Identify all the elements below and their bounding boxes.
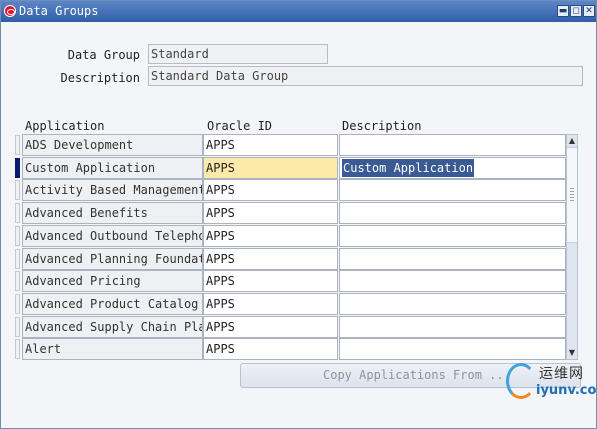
minimize-button[interactable]: ▬ (557, 5, 569, 17)
table-scrollbar[interactable]: ▲ ▼ (566, 134, 578, 360)
description-cell[interactable] (339, 270, 566, 292)
oracle-id-cell[interactable]: APPS (203, 248, 338, 270)
application-cell[interactable]: Activity Based Management (22, 179, 203, 201)
table-row[interactable]: Activity Based Management APPS (15, 179, 567, 201)
grip-icon (570, 188, 574, 202)
application-cell[interactable]: Advanced Planning Foundati (22, 248, 203, 270)
table-row[interactable]: Advanced Outbound Telephon APPS (15, 225, 567, 247)
oracle-id-cell[interactable]: APPS (203, 202, 338, 224)
oracle-id-cell[interactable]: APPS (203, 270, 338, 292)
table-row[interactable]: Advanced Product Catalog APPS (15, 293, 567, 315)
data-group-field[interactable]: Standard (148, 44, 328, 64)
description-field[interactable]: Standard Data Group (148, 66, 583, 86)
oracle-id-cell[interactable]: APPS (203, 225, 338, 247)
application-cell[interactable]: ADS Development (22, 134, 203, 156)
application-cell[interactable]: Advanced Pricing (22, 270, 203, 292)
watermark-logo: 运维网 iyunv.com (506, 357, 597, 409)
selected-text[interactable]: Custom Application (342, 159, 475, 177)
watermark-cn: 运维网 (539, 366, 584, 382)
table-row[interactable]: Alert APPS (15, 338, 567, 360)
description-cell[interactable] (339, 134, 566, 156)
description-cell[interactable] (339, 316, 566, 338)
row-selector[interactable] (15, 226, 20, 246)
oracle-id-cell[interactable]: APPS (203, 338, 338, 360)
row-selector[interactable] (15, 339, 20, 359)
column-header-oracle-id: Oracle ID (207, 119, 273, 133)
data-group-label: Data Group (67, 48, 140, 62)
swoosh-icon (506, 363, 536, 399)
row-selector[interactable] (15, 203, 20, 223)
data-groups-window: Data Groups ▬ ◻ ✕ Data Group Standard De… (0, 0, 597, 429)
row-selector[interactable] (15, 135, 20, 155)
application-cell[interactable]: Custom Application (22, 157, 203, 179)
table-row[interactable]: Advanced Pricing APPS (15, 270, 567, 292)
row-selector[interactable] (15, 249, 20, 269)
description-cell[interactable] (339, 202, 566, 224)
application-cell[interactable]: Alert (22, 338, 203, 360)
oracle-icon (4, 5, 16, 17)
table-row[interactable]: Advanced Benefits APPS (15, 202, 567, 224)
row-selector[interactable] (15, 317, 20, 337)
description-cell[interactable] (339, 293, 566, 315)
column-header-description: Description (342, 119, 422, 133)
row-selector[interactable] (15, 180, 20, 200)
scroll-up-arrow-icon[interactable]: ▲ (567, 135, 577, 147)
oracle-id-cell[interactable]: APPS (203, 293, 338, 315)
maximize-button[interactable]: ◻ (570, 5, 582, 17)
table-row[interactable]: ADS Development APPS (15, 134, 567, 156)
oracle-id-cell[interactable]: APPS (203, 157, 338, 179)
description-cell[interactable]: Custom Application (339, 157, 566, 179)
row-selector[interactable] (15, 294, 20, 314)
table-row[interactable]: Custom Application APPS Custom Application (15, 157, 567, 179)
application-cell[interactable]: Advanced Benefits (22, 202, 203, 224)
table-row[interactable]: Advanced Planning Foundati APPS (15, 248, 567, 270)
row-selector[interactable] (15, 271, 20, 291)
description-label: Description (60, 71, 140, 85)
description-cell[interactable] (339, 248, 566, 270)
form-body: Data Group Standard Description Standard… (1, 22, 597, 428)
oracle-id-cell[interactable]: APPS (203, 134, 338, 156)
oracle-id-cell[interactable]: APPS (203, 316, 338, 338)
window-title: Data Groups (19, 4, 99, 18)
close-button[interactable]: ✕ (583, 5, 595, 17)
oracle-id-cell[interactable]: APPS (203, 179, 338, 201)
description-cell[interactable] (339, 179, 566, 201)
watermark-en: iyunv.com (536, 383, 597, 398)
description-cell[interactable] (339, 225, 566, 247)
title-bar[interactable]: Data Groups ▬ ◻ ✕ (1, 1, 596, 22)
application-cell[interactable]: Advanced Product Catalog (22, 293, 203, 315)
column-header-application: Application (25, 119, 105, 133)
application-cell[interactable]: Advanced Supply Chain Plan (22, 316, 203, 338)
scrollbar-thumb[interactable] (567, 147, 577, 243)
row-selector[interactable] (15, 158, 20, 178)
table-row[interactable]: Advanced Supply Chain Plan APPS (15, 316, 567, 338)
application-cell[interactable]: Advanced Outbound Telephon (22, 225, 203, 247)
